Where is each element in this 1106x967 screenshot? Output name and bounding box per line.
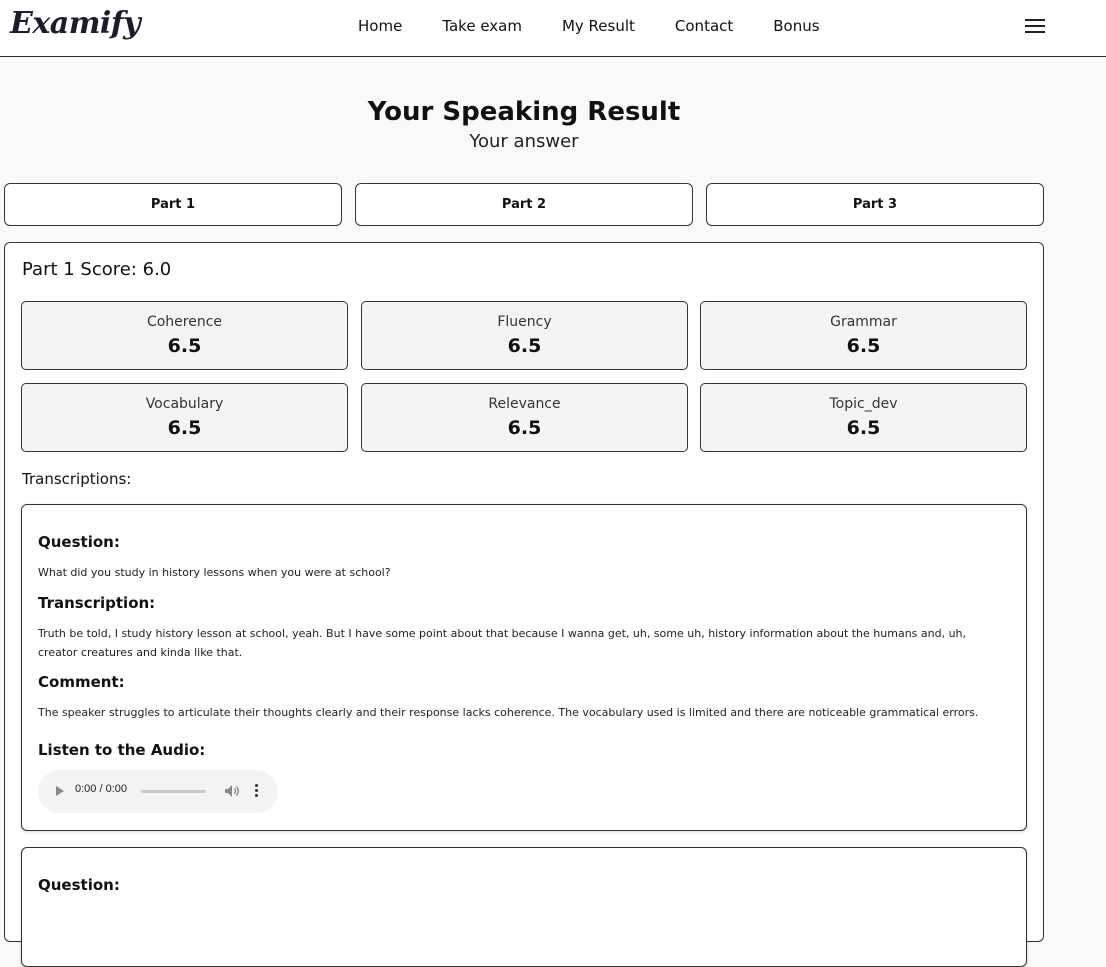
metric-card-relevance: Relevance 6.5 <box>361 383 688 452</box>
nav-link-take-exam[interactable]: Take exam <box>442 17 522 35</box>
metric-label: Vocabulary <box>145 396 224 412</box>
audio-label: Listen to the Audio: <box>38 741 206 759</box>
audio-progress-bar[interactable] <box>141 790 206 793</box>
metric-card-topic-dev: Topic_dev 6.5 <box>700 383 1027 452</box>
metric-label: Topic_dev <box>829 396 898 412</box>
transcriptions-heading: Transcriptions: <box>22 470 132 488</box>
metric-label: Coherence <box>146 314 223 330</box>
metric-value: 6.5 <box>167 335 202 357</box>
question-text: What did you study in history lessons wh… <box>38 566 391 579</box>
comment-label: Comment: <box>38 673 125 691</box>
metric-card-grammar: Grammar 6.5 <box>700 301 1027 370</box>
comment-text: The speaker struggles to articulate thei… <box>38 706 979 719</box>
more-options-icon[interactable] <box>255 784 259 798</box>
transcription-text: Truth be told, I study history lesson at… <box>38 627 967 659</box>
nav-link-contact[interactable]: Contact <box>675 17 733 35</box>
score-title: Part 1 Score: 6.0 <box>22 259 172 280</box>
nav-link-bonus[interactable]: Bonus <box>773 17 819 35</box>
page-subtitle: Your answer <box>469 131 579 152</box>
nav-link-home[interactable]: Home <box>358 17 402 35</box>
page-title: Your Speaking Result <box>367 97 681 127</box>
hamburger-menu-icon[interactable] <box>1025 19 1045 35</box>
metric-value: 6.5 <box>846 417 881 439</box>
transcription-label: Transcription: <box>38 594 156 612</box>
tab-part-2[interactable]: Part 2 <box>355 183 693 226</box>
tab-part-3[interactable]: Part 3 <box>706 183 1044 226</box>
tab-part-1[interactable]: Part 1 <box>4 183 342 226</box>
nav-link-my-result[interactable]: My Result <box>562 17 635 35</box>
question-label: Question: <box>38 533 120 551</box>
metric-label: Grammar <box>830 314 897 330</box>
metric-value: 6.5 <box>846 335 881 357</box>
nav-links: Home Take exam My Result Contact Bonus <box>358 17 820 35</box>
play-icon[interactable] <box>56 786 64 796</box>
volume-icon[interactable] <box>224 784 240 798</box>
logo[interactable]: Examify <box>10 6 141 41</box>
metric-label: Relevance <box>488 396 561 412</box>
metric-value: 6.5 <box>507 335 542 357</box>
metric-card-coherence: Coherence 6.5 <box>21 301 348 370</box>
metric-card-vocabulary: Vocabulary 6.5 <box>21 383 348 452</box>
question-label: Question: <box>38 876 120 894</box>
transcription-card: Question: <box>21 847 1027 967</box>
metric-value: 6.5 <box>167 417 202 439</box>
navbar: Examify Home Take exam My Result Contact… <box>0 0 1106 57</box>
metric-card-fluency: Fluency 6.5 <box>361 301 688 370</box>
result-card: Part 1 Score: 6.0 Coherence 6.5 Fluency … <box>4 242 1044 967</box>
audio-player[interactable]: 0:00 / 0:00 <box>38 770 278 813</box>
metric-value: 6.5 <box>507 417 542 439</box>
audio-time: 0:00 / 0:00 <box>75 783 127 795</box>
transcription-card: Question: What did you study in history … <box>21 504 1027 831</box>
metric-label: Fluency <box>497 314 552 330</box>
